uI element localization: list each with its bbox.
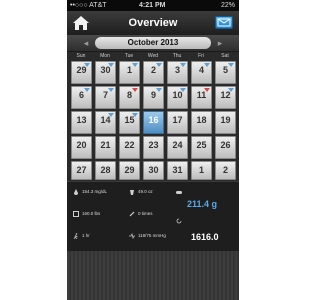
day-cell[interactable]: 30 [95,61,116,84]
day-cell[interactable]: 22 [119,136,140,159]
entry-marker-icon [228,88,234,92]
day-cell[interactable]: 24 [167,136,188,159]
day-cell[interactable]: 17 [167,111,188,134]
entry-marker-icon [84,88,90,92]
entry-marker-icon [132,113,138,117]
day-cell[interactable]: 13 [71,111,92,134]
day-cell[interactable]: 18 [191,111,212,134]
weekday-label: Wed [147,53,159,59]
syringe-icon [129,211,135,217]
day-cell[interactable]: 11 [191,86,212,109]
entry-marker-icon [156,63,162,67]
prev-month-button[interactable]: ◂ [79,37,93,49]
mail-icon [217,18,231,27]
day-cell[interactable]: 19 [215,111,236,134]
mail-button[interactable] [215,16,233,29]
entry-marker-icon [204,63,210,67]
drop-icon [74,189,78,195]
page-title: Overview [128,17,178,29]
day-cell[interactable]: 29 [119,161,140,180]
day-cell[interactable]: 15 [119,111,140,134]
status-bar: ••○○○ AT&T 4:21 PM 22% [67,0,239,11]
day-cell[interactable]: 25 [191,136,212,159]
heart-rate-icon [129,233,135,239]
day-cell[interactable]: 4 [191,61,212,84]
entry-marker-icon [84,63,90,67]
footer-background [67,251,239,300]
entry-marker-icon [108,63,114,67]
day-cell[interactable]: 28 [95,161,116,180]
day-cell[interactable]: 2 [215,161,236,180]
weekday-label: Tue [124,53,134,59]
weekday-label: Fri [198,53,204,59]
day-cell[interactable]: 26 [215,136,236,159]
fluid-value: 49.0 oz [138,189,153,194]
weekday-label: Sat [221,53,229,59]
entry-marker-icon [228,63,234,67]
phone-screen: ••○○○ AT&T 4:21 PM 22% Overview ◂ Octobe… [67,0,239,300]
day-cell[interactable]: 14 [95,111,116,134]
battery-level: 22% [220,2,235,9]
day-cell[interactable]: 5 [215,61,236,84]
day-cell[interactable]: 7 [95,86,116,109]
day-cell[interactable]: 27 [71,161,92,180]
weekday-label: Thu [172,53,182,59]
entry-marker-icon [108,88,114,92]
day-cell[interactable]: 31 [167,161,188,180]
weekday-header: Sun Mon Tue Wed Thu Fri Sat [67,52,239,60]
runner-icon [73,233,78,239]
daily-summary: 154.3 mg/dL 49.0 oz 211.4 g 160.0 lbs 0 … [67,181,239,252]
day-cell[interactable]: 9 [143,86,164,109]
day-cell[interactable]: 1 [119,61,140,84]
day-cell[interactable]: 12 [215,86,236,109]
entry-marker-icon [132,88,138,92]
entry-marker-icon [204,88,210,92]
day-cell[interactable]: 10 [167,86,188,109]
day-cell-today[interactable]: 16 [143,111,164,134]
day-cell[interactable]: 8 [119,86,140,109]
activity-value: 1 hr [82,233,90,238]
weekday-label: Sun [76,53,86,59]
next-month-button[interactable]: ▸ [213,37,227,49]
entry-marker-icon [108,113,114,117]
weight-value: 160.0 lbs [82,211,101,216]
day-cell[interactable]: 23 [143,136,164,159]
entry-marker-icon [180,63,186,67]
day-cell[interactable]: 1 [191,161,212,180]
cycle-icon [176,218,182,224]
carrier-label: ••○○○ AT&T [70,2,107,9]
day-cell[interactable]: 30 [143,161,164,180]
navigation-bar: Overview [67,11,239,36]
blood-pressure-value: 118/75 mmHg [138,233,166,238]
day-cell[interactable]: 3 [167,61,188,84]
day-cell[interactable]: 29 [71,61,92,84]
month-label[interactable]: October 2013 [95,37,211,49]
entry-marker-icon [180,88,186,92]
count-value: 0 times [138,211,153,216]
day-cell[interactable]: 20 [71,136,92,159]
day-cell[interactable]: 21 [95,136,116,159]
carbs-value: 211.4 g [187,199,218,209]
clock: 4:21 PM [139,2,166,9]
cup-icon [130,190,134,195]
day-cell[interactable]: 6 [71,86,92,109]
scale-icon [73,211,79,217]
weekday-label: Mon [100,53,110,59]
day-cell[interactable]: 2 [143,61,164,84]
pill-icon [176,191,182,194]
glucose-value: 154.3 mg/dL [82,189,108,194]
month-selector: ◂ October 2013 ▸ [67,35,239,52]
entry-marker-icon [156,88,162,92]
entry-marker-icon [132,63,138,67]
calories-value: 1616.0 [191,232,219,242]
